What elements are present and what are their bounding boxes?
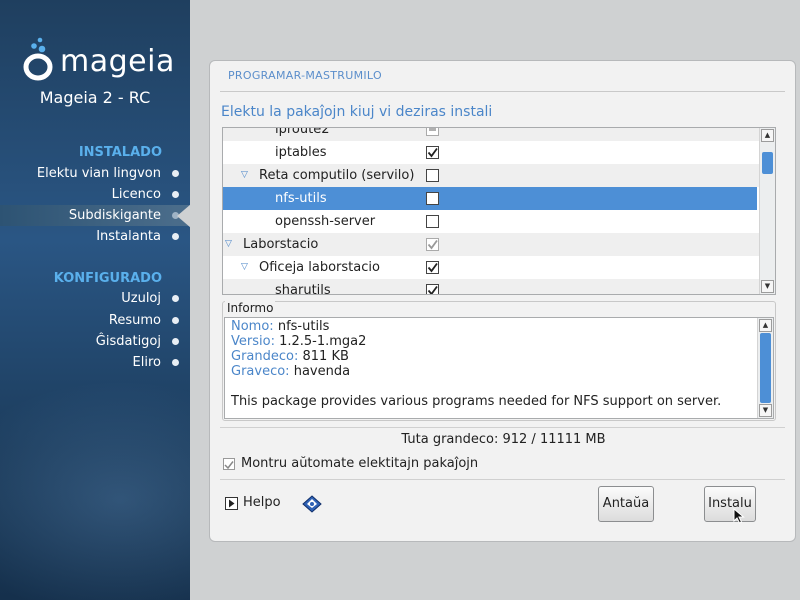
scrollbar-thumb[interactable] <box>760 333 771 403</box>
package-tree[interactable]: iproute2 iptables ▽ Reta computilo (serv… <box>222 127 776 295</box>
sidebar-item-installing: Instalanta <box>0 226 190 247</box>
auto-select-checkbox[interactable] <box>223 458 235 470</box>
install-button[interactable]: Instalu <box>704 486 756 522</box>
info-value: nfs-utils <box>277 319 330 334</box>
sidebar-item-label: Uzuloj <box>121 291 161 306</box>
package-label: nfs-utils <box>275 191 327 206</box>
sidebar-item-partitioning: Subdiskigante <box>0 204 190 228</box>
expander-triangle-icon[interactable]: ▽ <box>241 164 248 187</box>
section-heading-install: INSTALADO <box>78 145 162 160</box>
tree-scrollbar[interactable]: ▲ ▼ <box>759 128 775 294</box>
tree-row-selected[interactable]: nfs-utils <box>223 187 757 210</box>
mouse-cursor-icon <box>733 508 745 524</box>
help-label[interactable]: Helpo <box>243 495 281 510</box>
divider <box>220 427 785 428</box>
page-subtitle: Elektu la pakaĵojn kiuj vi deziras insta… <box>221 104 493 120</box>
auto-select-label[interactable]: Montru aŭtomate elektitajn pakaĵojn <box>241 456 478 471</box>
group-label: Oficeja laborstacio <box>259 260 380 275</box>
info-version-line: Versio: 1.2.5-1.mga2 <box>231 334 366 349</box>
sidebar-item-label: Ĝisdatigoj <box>95 334 161 349</box>
tree-row[interactable]: sharutils <box>223 279 759 295</box>
scroll-up-icon[interactable]: ▲ <box>761 129 774 142</box>
checkbox-icon <box>224 461 234 470</box>
step-dot-icon <box>172 317 179 324</box>
step-dot-icon <box>172 295 179 302</box>
tree-row[interactable]: ▽ Laborstacio <box>223 233 759 256</box>
checkbox-icon[interactable] <box>426 169 439 182</box>
sidebar-item-label: Subdiskigante <box>68 208 161 223</box>
sidebar-item-users: Uzuloj <box>0 288 190 309</box>
sidebar-item-updates: Ĝisdatigoj <box>0 331 190 352</box>
release-title: Mageia 2 - RC <box>39 88 151 107</box>
scroll-down-icon[interactable]: ▼ <box>761 280 774 293</box>
info-size-line: Grandeco: 811 KB <box>231 349 349 364</box>
checkbox-icon[interactable] <box>426 146 439 159</box>
checkbox-icon[interactable] <box>426 192 439 205</box>
tree-row[interactable]: openssh-server <box>223 210 759 233</box>
tree-row[interactable]: iptables <box>223 141 759 164</box>
divider <box>220 479 785 480</box>
checkbox-icon[interactable] <box>426 128 439 136</box>
sidebar-item-label: Licenco <box>111 187 161 202</box>
info-scrollbar[interactable]: ▲ ▼ <box>757 318 773 418</box>
info-description: This package provides various programs n… <box>231 394 722 409</box>
sidebar-item-language: Elektu vian lingvon <box>0 163 190 184</box>
scroll-down-icon[interactable]: ▼ <box>759 404 772 417</box>
expander-triangle-icon[interactable]: ▽ <box>241 256 248 279</box>
disk-search-icon <box>302 495 322 513</box>
logo-text: mageia <box>60 44 175 79</box>
info-group-label: Informo <box>225 301 276 315</box>
info-value: 811 KB <box>302 349 349 364</box>
sidebar-item-label: Eliro <box>132 355 161 370</box>
sidebar-item-summary: Resumo <box>0 310 190 331</box>
group-label: Laborstacio <box>243 237 319 252</box>
info-value: havenda <box>293 364 351 379</box>
package-label: iproute2 <box>275 127 330 137</box>
tree-row[interactable]: ▽ Oficeja laborstacio <box>223 256 759 279</box>
sidebar-item-label: Elektu vian lingvon <box>36 166 161 181</box>
help-expander-icon[interactable] <box>225 497 238 510</box>
info-key: Versio: <box>231 334 275 349</box>
checkbox-icon[interactable] <box>426 261 439 274</box>
step-dot-icon <box>172 191 179 198</box>
step-dot-icon <box>172 338 179 345</box>
scroll-up-icon[interactable]: ▲ <box>759 319 772 332</box>
expander-triangle-icon[interactable]: ▽ <box>225 233 232 256</box>
info-key: Graveco: <box>231 364 290 379</box>
package-label: iptables <box>275 145 327 160</box>
scrollbar-thumb[interactable] <box>762 152 773 174</box>
package-info-text[interactable]: Nomo: nfs-utils Versio: 1.2.5-1.mga2 Gra… <box>224 317 774 419</box>
step-dot-icon <box>172 170 179 177</box>
info-value: 1.2.5-1.mga2 <box>279 334 367 349</box>
tree-row[interactable]: iproute2 <box>223 127 759 141</box>
panel-title: PROGRAMAR-MASTRUMILO <box>228 69 382 82</box>
info-key: Nomo: <box>231 319 274 334</box>
step-dot-icon <box>172 212 179 219</box>
section-heading-configure: KONFIGURADO <box>53 271 162 286</box>
sidebar-item-exit: Eliro <box>0 352 190 373</box>
package-label: sharutils <box>275 283 331 295</box>
package-label: openssh-server <box>275 214 376 229</box>
tree-row[interactable]: ▽ Reta computilo (servilo) <box>223 164 759 187</box>
info-key: Grandeco: <box>231 349 299 364</box>
checkbox-icon[interactable] <box>426 215 439 228</box>
package-manager-panel: PROGRAMAR-MASTRUMILO Elektu la pakaĵojn … <box>209 60 796 542</box>
info-name-line: Nomo: nfs-utils <box>231 319 329 334</box>
group-label: Reta computilo (servilo) <box>259 168 415 183</box>
step-dot-icon <box>172 359 179 366</box>
step-dot-icon <box>172 233 179 240</box>
info-importance-line: Graveco: havenda <box>231 364 350 379</box>
disk-search-button[interactable] <box>296 489 326 519</box>
checkbox-icon[interactable] <box>426 238 439 251</box>
checkbox-icon[interactable] <box>426 284 439 294</box>
total-size-label: Tuta grandeco: 912 / 11111 MB <box>401 432 606 447</box>
divider <box>220 91 785 92</box>
sidebar-item-label: Instalanta <box>96 229 161 244</box>
sidebar-item-label: Resumo <box>108 313 161 328</box>
back-button[interactable]: Antaŭa <box>598 486 654 522</box>
sidebar-item-license: Licenco <box>0 184 190 205</box>
sidebar: mageia Mageia 2 - RC INSTALADO Elektu vi… <box>0 0 190 600</box>
